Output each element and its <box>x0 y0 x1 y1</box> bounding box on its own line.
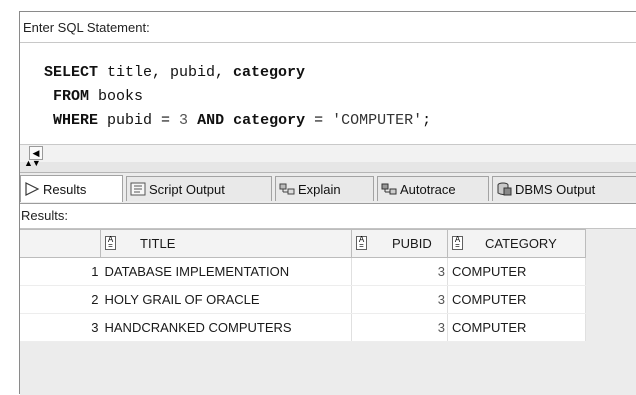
autotrace-icon <box>381 182 397 196</box>
sql-text-part: pubid = <box>98 112 180 129</box>
sql-text-part <box>224 112 233 129</box>
row-number: 2 <box>20 285 101 314</box>
pane-splitter[interactable]: ▲▼ <box>20 159 636 173</box>
sql-editor[interactable]: SELECT title, pubid, category FROM books… <box>20 42 636 145</box>
sql-text-part: = <box>305 112 333 129</box>
sql-prompt-label: Enter SQL Statement: <box>23 20 150 35</box>
sql-keyword: SELECT <box>44 64 99 81</box>
dbms-output-icon <box>496 182 512 196</box>
results-label: Results: <box>21 208 68 223</box>
sql-string: 'COMPUTER' <box>332 112 423 129</box>
sql-worksheet: Enter SQL Statement: SELECT title, pubid… <box>19 11 636 395</box>
tab-results[interactable]: Results <box>20 175 123 202</box>
cell-category[interactable]: COMPUTER <box>447 313 586 342</box>
cell-title[interactable]: DATABASE IMPLEMENTATION <box>100 257 352 286</box>
text-column-icon: A = <box>452 236 463 250</box>
sql-keyword: category <box>233 112 306 129</box>
sql-text[interactable]: SELECT title, pubid, category FROM books… <box>44 61 431 133</box>
sql-number: 3 <box>179 112 189 129</box>
cell-pubid[interactable]: 3 <box>351 257 448 286</box>
splitter-arrows-icon[interactable]: ▲▼ <box>24 159 41 168</box>
tab-label: Results <box>43 181 87 197</box>
sql-text-part: books <box>89 88 144 105</box>
tab-dbms-output[interactable]: DBMS Output <box>492 176 636 201</box>
play-icon <box>24 182 40 196</box>
sql-text-part: title, pubid, <box>98 64 234 81</box>
tab-autotrace[interactable]: Autotrace <box>377 176 489 201</box>
output-tabs: Results Script Output Explain Autotrace … <box>20 173 636 204</box>
text-column-icon: A = <box>105 236 116 250</box>
sql-keyword: category <box>233 64 306 81</box>
table-row[interactable]: 1 DATABASE IMPLEMENTATION 3 COMPUTER <box>20 257 586 286</box>
tab-label: Script Output <box>149 181 225 197</box>
cell-category[interactable]: COMPUTER <box>447 285 586 314</box>
explain-icon <box>279 182 295 196</box>
tab-label: Autotrace <box>400 181 456 197</box>
column-header-label: CATEGORY <box>485 236 557 251</box>
column-header-category[interactable]: A = CATEGORY <box>447 229 586 258</box>
cell-title[interactable]: HANDCRANKED COMPUTERS <box>100 313 352 342</box>
row-number: 3 <box>20 313 101 342</box>
sql-text-part: ; <box>422 112 432 129</box>
sql-keyword: AND <box>197 112 225 129</box>
column-header-pubid[interactable]: A = PUBID <box>351 229 448 258</box>
table-header-row: A = TITLE A = PUBID A = CATEGORY <box>20 229 586 258</box>
sql-keyword: FROM <box>53 88 90 105</box>
row-number-header <box>20 229 101 258</box>
cell-pubid[interactable]: 3 <box>351 285 448 314</box>
tab-script-output[interactable]: Script Output <box>126 176 272 201</box>
table-row[interactable]: 3 HANDCRANKED COMPUTERS 3 COMPUTER <box>20 313 586 342</box>
column-header-title[interactable]: A = TITLE <box>100 229 352 258</box>
cell-pubid[interactable]: 3 <box>351 313 448 342</box>
table-row[interactable]: 2 HOLY GRAIL OF ORACLE 3 COMPUTER <box>20 285 586 314</box>
cell-title[interactable]: HOLY GRAIL OF ORACLE <box>100 285 352 314</box>
tab-explain[interactable]: Explain <box>275 176 374 201</box>
cell-category[interactable]: COMPUTER <box>447 257 586 286</box>
results-table: A = TITLE A = PUBID A = CATEGORY 1 DATAB… <box>20 229 586 342</box>
editor-horizontal-scrollbar[interactable]: ◀ <box>20 144 636 163</box>
text-column-icon: A = <box>356 236 367 250</box>
tab-label: DBMS Output <box>515 181 596 197</box>
row-number: 1 <box>20 257 101 286</box>
sql-text-part <box>188 112 197 129</box>
tab-label: Explain <box>298 181 341 197</box>
results-grid: A = TITLE A = PUBID A = CATEGORY 1 DATAB… <box>20 228 636 395</box>
script-icon <box>130 182 146 196</box>
sql-keyword: WHERE <box>53 112 99 129</box>
